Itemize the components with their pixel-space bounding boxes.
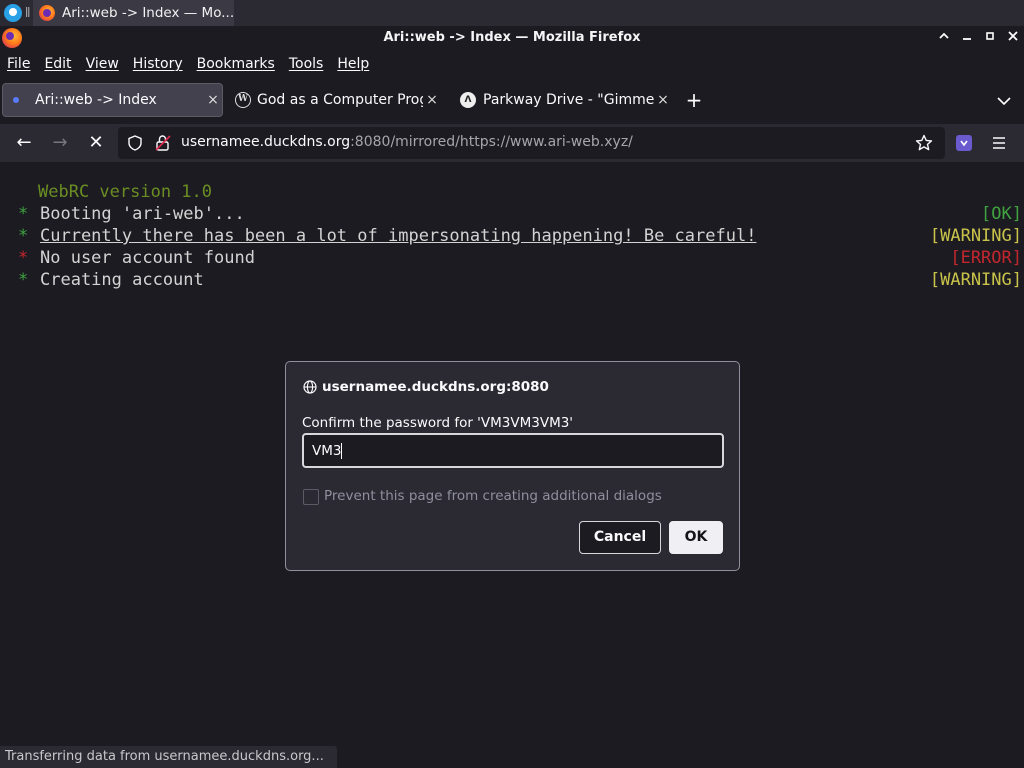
- tab-close-icon[interactable]: ×: [654, 92, 672, 108]
- tab-strip: Ari::web -> Index × W God as a Computer …: [0, 77, 1024, 124]
- stop-icon[interactable]: ✕: [84, 131, 108, 155]
- close-icon[interactable]: [1003, 29, 1023, 49]
- taskbar-separator: ǁ: [25, 5, 31, 18]
- menu-view[interactable]: View: [86, 56, 119, 72]
- status-bar: Transferring data from usernamee.duckdns…: [0, 746, 337, 768]
- window-titlebar: Ari::web -> Index — Mozilla Firefox: [0, 26, 1024, 51]
- window-title: Ari::web -> Index — Mozilla Firefox: [383, 30, 641, 45]
- dialog-origin: usernamee.duckdns.org:8080: [303, 379, 549, 395]
- new-tab-icon[interactable]: +: [684, 90, 704, 110]
- bookmark-star-icon[interactable]: [915, 134, 933, 152]
- text-caret: [341, 443, 342, 459]
- menu-edit[interactable]: Edit: [44, 56, 71, 72]
- firefox-icon: [39, 5, 55, 21]
- line-message: Creating account: [40, 270, 204, 290]
- parkway-drive-favicon-icon: Λ: [460, 92, 476, 108]
- line-message: Currently there has been a lot of impers…: [40, 226, 757, 246]
- line-status: [WARNING]: [929, 226, 1022, 246]
- minimize-icon[interactable]: [934, 29, 954, 49]
- password-prompt-dialog: usernamee.duckdns.org:8080 Confirm the p…: [285, 361, 740, 571]
- tab-label: Ari::web -> Index: [35, 92, 157, 108]
- line-status: [WARNING]: [929, 270, 1022, 290]
- app-launcher-icon[interactable]: [4, 4, 22, 22]
- forward-icon[interactable]: →: [48, 131, 72, 155]
- terminal-header: WebRC version 1.0: [38, 182, 212, 202]
- tab-close-icon[interactable]: ×: [423, 92, 441, 108]
- menu-bookmarks[interactable]: Bookmarks: [197, 56, 275, 72]
- url-bar[interactable]: usernamee.duckdns.org:8080/mirrored/http…: [118, 127, 945, 159]
- insecure-lock-icon[interactable]: [155, 134, 171, 152]
- menu-history[interactable]: History: [133, 56, 183, 72]
- prevent-dialogs-label[interactable]: Prevent this page from creating addition…: [324, 488, 662, 504]
- prevent-dialogs-checkbox[interactable]: [303, 489, 319, 505]
- line-status: [OK]: [981, 204, 1022, 224]
- terminal-line: * Currently there has been a lot of impe…: [0, 225, 1024, 247]
- tab-label: Parkway Drive - "Gimme: [483, 92, 654, 108]
- cancel-button[interactable]: Cancel: [579, 521, 661, 554]
- maximize-icon[interactable]: [980, 29, 1000, 49]
- tab-god-as-a-computer[interactable]: W God as a Computer Progr ×: [225, 83, 441, 117]
- terminal-line: * Creating account [WARNING]: [0, 269, 1024, 291]
- menu-bar: File Edit View History Bookmarks Tools H…: [0, 51, 1024, 77]
- menu-file[interactable]: File: [7, 56, 30, 72]
- back-icon[interactable]: ←: [12, 131, 36, 155]
- tab-label: God as a Computer Progr: [257, 92, 423, 108]
- restore-icon[interactable]: [957, 29, 977, 49]
- line-message: Booting 'ari-web'...: [40, 204, 245, 224]
- navigation-toolbar: ← → ✕ usernamee.duckdns.org:8080/mirrore…: [0, 124, 1024, 162]
- terminal-line: * Booting 'ari-web'... [OK]: [0, 203, 1024, 225]
- loading-indicator-icon: [13, 97, 19, 103]
- wordpress-icon: W: [235, 92, 251, 108]
- dialog-message: Confirm the password for 'VM3VM3VM3': [302, 415, 574, 431]
- menu-help[interactable]: Help: [337, 56, 369, 72]
- taskbar-firefox-task[interactable]: Ari::web -> Index — Mo...: [33, 0, 234, 26]
- taskbar-task-title: Ari::web -> Index — Mo...: [62, 5, 234, 21]
- line-status: [ERROR]: [950, 248, 1022, 268]
- dialog-origin-text: usernamee.duckdns.org:8080: [322, 379, 549, 395]
- terminal-line: * No user account found [ERROR]: [0, 247, 1024, 269]
- menu-tools[interactable]: Tools: [289, 56, 324, 72]
- line-bullet: *: [18, 204, 29, 224]
- line-bullet: *: [18, 270, 29, 290]
- url-host: usernamee.duckdns.org: [181, 134, 351, 150]
- tracking-protection-icon[interactable]: [127, 135, 143, 151]
- line-bullet: *: [18, 248, 29, 268]
- list-all-tabs-icon[interactable]: [994, 91, 1014, 111]
- tab-parkway-drive[interactable]: Λ Parkway Drive - "Gimme ×: [450, 83, 672, 117]
- line-bullet: *: [18, 226, 29, 246]
- terminal-output: WebRC version 1.0 * Booting 'ari-web'...…: [0, 181, 1024, 291]
- line-message: No user account found: [40, 248, 255, 268]
- terminal-header-line: WebRC version 1.0: [0, 181, 1024, 203]
- password-confirm-input[interactable]: [302, 433, 724, 468]
- url-text: usernamee.duckdns.org:8080/mirrored/http…: [181, 134, 633, 150]
- globe-icon: [303, 380, 317, 394]
- tab-ari-web-index[interactable]: Ari::web -> Index ×: [2, 83, 223, 117]
- url-path: :8080/mirrored/https://www.ari-web.xyz/: [350, 134, 633, 150]
- taskbar: ǁ Ari::web -> Index — Mo...: [0, 0, 1024, 26]
- tab-close-icon[interactable]: ×: [204, 92, 222, 108]
- hamburger-menu-icon[interactable]: [990, 135, 1008, 151]
- extension-icon[interactable]: [956, 135, 972, 151]
- ok-button[interactable]: OK: [669, 521, 723, 554]
